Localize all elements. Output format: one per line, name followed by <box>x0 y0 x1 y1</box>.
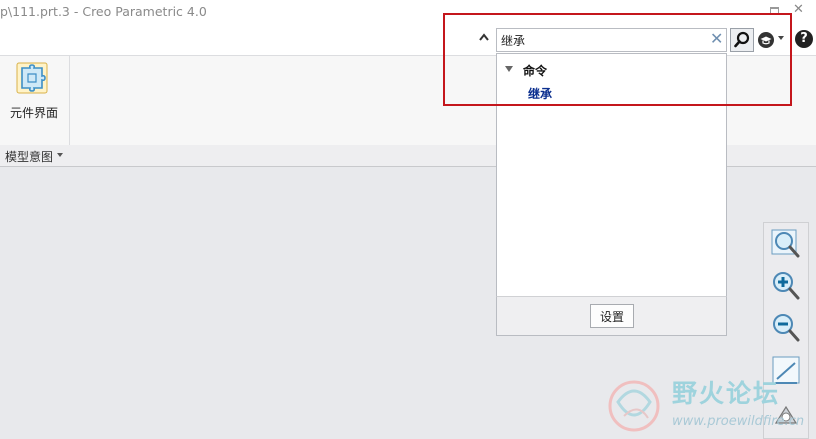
model-intent-group-label[interactable]: 模型意图 <box>5 148 53 165</box>
zoom-fit-icon[interactable] <box>770 228 802 260</box>
close-icon[interactable]: ✕ <box>793 2 804 17</box>
watermark-url: www.proewildfire.cn <box>672 414 805 429</box>
window-title: p\111.prt.3 - Creo Parametric 4.0 <box>0 4 207 19</box>
zoom-out-icon[interactable] <box>770 312 802 344</box>
help-icon[interactable]: ? <box>795 30 813 48</box>
puzzle-icon <box>16 62 48 94</box>
component-interface-label: 元件界面 <box>10 106 59 120</box>
highlight-annotation-box <box>443 13 792 106</box>
settings-button[interactable]: 设置 <box>590 304 634 328</box>
watermark-text: 野火论坛 <box>672 379 781 408</box>
group-dropdown-icon[interactable] <box>57 153 63 157</box>
zoom-in-icon[interactable] <box>770 270 802 302</box>
